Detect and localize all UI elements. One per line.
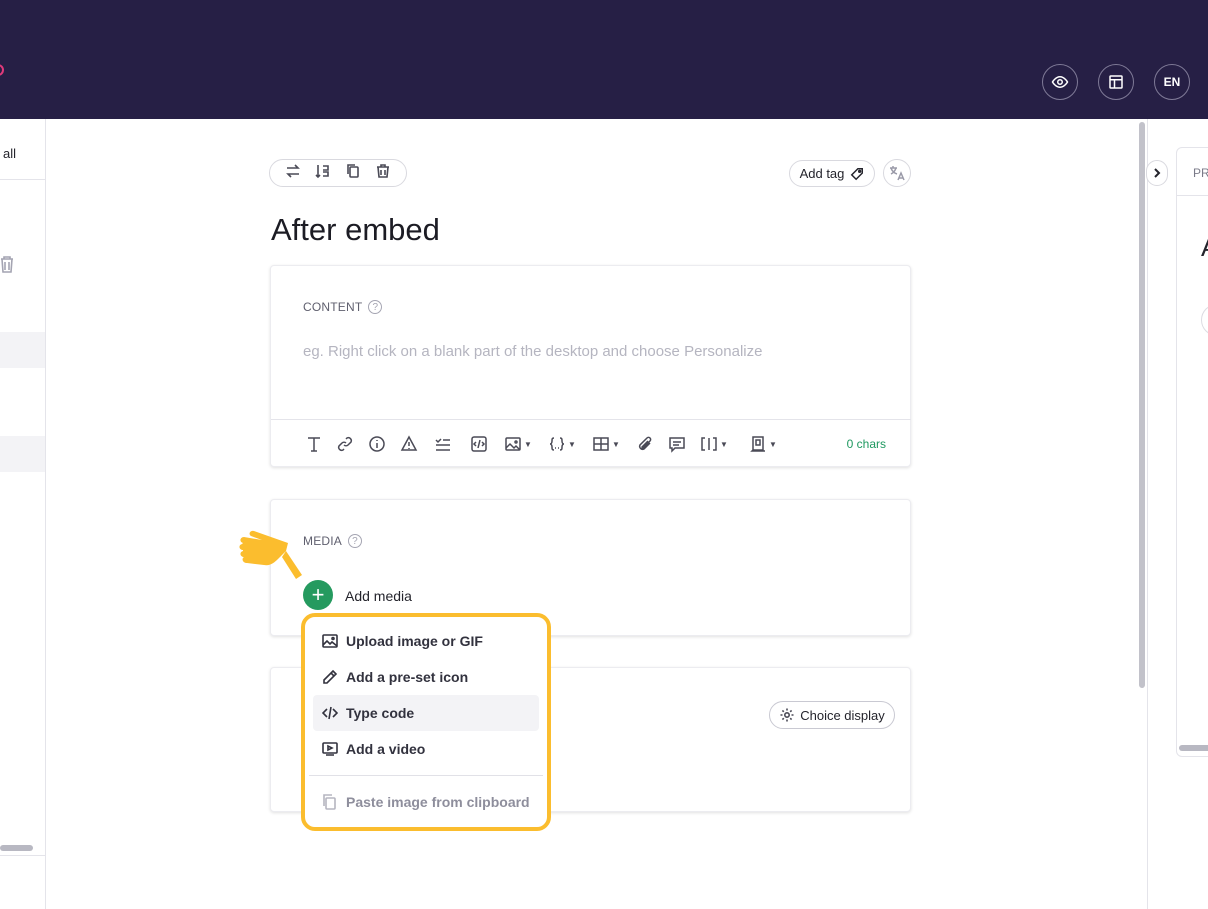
- gear-icon: [780, 708, 794, 722]
- logo-icon: [0, 64, 4, 76]
- layout-button[interactable]: [1098, 64, 1134, 100]
- list-item[interactable]: [0, 332, 45, 368]
- language-button[interactable]: EN: [1154, 64, 1190, 100]
- left-divider: [0, 179, 45, 180]
- add-media-button[interactable]: +: [303, 580, 333, 610]
- image-icon: [322, 634, 338, 648]
- content-input[interactable]: eg. Right click on a blank part of the d…: [303, 343, 762, 360]
- preview-panel: PR A: [1176, 147, 1208, 757]
- main-scrollbar[interactable]: [1139, 122, 1145, 688]
- preview-scrollbar[interactable]: [1179, 745, 1208, 751]
- menu-item-label: Upload image or GIF: [346, 633, 483, 649]
- clipboard-icon: [323, 794, 336, 810]
- snippet-icon[interactable]: ▼: [749, 434, 777, 454]
- menu-item-add-video[interactable]: Add a video: [313, 731, 539, 767]
- add-media-label[interactable]: Add media: [345, 588, 412, 604]
- menu-item-upload-image[interactable]: Upload image or GIF: [313, 623, 539, 659]
- translate-button[interactable]: [883, 159, 911, 187]
- preview-button[interactable]: [1042, 64, 1078, 100]
- help-icon[interactable]: ?: [348, 534, 363, 548]
- eye-icon: [1051, 75, 1069, 89]
- menu-item-type-code[interactable]: Type code: [313, 695, 539, 731]
- link-icon[interactable]: [336, 434, 354, 454]
- delete-icon[interactable]: [375, 163, 391, 184]
- media-menu: Upload image or GIF Add a pre-set icon T…: [301, 613, 551, 831]
- layout-icon: [1109, 75, 1123, 89]
- menu-item-paste-clipboard[interactable]: Paste image from clipboard: [313, 784, 539, 820]
- code-block-icon[interactable]: [470, 434, 488, 454]
- tag-icon: [851, 167, 864, 180]
- menu-item-preset-icon[interactable]: Add a pre-set icon: [313, 659, 539, 695]
- translate-icon: [890, 166, 905, 181]
- left-panel-text[interactable]: all: [3, 146, 16, 161]
- swap-icon[interactable]: [285, 163, 301, 184]
- menu-item-label: Paste image from clipboard: [346, 794, 530, 810]
- left-scrollbar[interactable]: [0, 845, 33, 851]
- attachment-icon[interactable]: [636, 434, 654, 454]
- menu-item-label: Type code: [346, 705, 415, 721]
- add-tag-button[interactable]: Add tag: [789, 160, 875, 187]
- content-card: CONTENT ? eg. Right click on a blank par…: [270, 265, 911, 467]
- pencil-icon: [323, 669, 338, 684]
- columns-icon[interactable]: ▼: [700, 434, 728, 454]
- left-panel: all: [0, 119, 46, 909]
- content-label-text: CONTENT: [303, 300, 363, 314]
- text-icon[interactable]: [305, 434, 323, 454]
- variable-icon[interactable]: ▼: [548, 434, 576, 454]
- step-toolbar: [269, 159, 407, 187]
- preview-title: A: [1201, 232, 1208, 263]
- chevron-right-icon: [1154, 168, 1161, 178]
- media-label: MEDIA ?: [303, 534, 363, 548]
- left-divider: [0, 855, 45, 856]
- table-icon[interactable]: ▼: [592, 434, 620, 454]
- content-label: CONTENT ?: [303, 300, 383, 314]
- reorder-icon[interactable]: [315, 163, 331, 184]
- video-icon: [322, 742, 338, 756]
- list-item[interactable]: [0, 436, 45, 472]
- collapse-preview-button[interactable]: [1146, 160, 1168, 186]
- menu-item-label: Add a pre-set icon: [346, 669, 469, 685]
- code-icon: [322, 706, 338, 720]
- choice-display-label: Choice display: [800, 707, 885, 723]
- info-icon[interactable]: [368, 434, 386, 454]
- trash-icon[interactable]: [0, 255, 14, 273]
- checklist-icon[interactable]: [434, 434, 452, 454]
- media-label-text: MEDIA: [303, 534, 343, 548]
- choice-display-button[interactable]: Choice display: [769, 701, 895, 729]
- char-count: 0 chars: [846, 437, 886, 451]
- pointing-hand-icon: [239, 530, 302, 579]
- preview-panel-header: PR: [1193, 166, 1208, 180]
- menu-item-label: Add a video: [346, 741, 426, 757]
- comment-icon[interactable]: [668, 434, 686, 454]
- duplicate-icon[interactable]: [345, 163, 361, 184]
- preview-button[interactable]: [1201, 304, 1208, 336]
- image-insert-icon[interactable]: ▼: [504, 434, 532, 454]
- warning-icon[interactable]: [400, 434, 418, 454]
- preview-divider: [1177, 195, 1208, 196]
- step-title[interactable]: After embed: [271, 212, 440, 248]
- menu-divider: [309, 775, 543, 776]
- add-tag-label: Add tag: [799, 166, 845, 181]
- help-icon[interactable]: ?: [368, 300, 383, 314]
- top-bar: EN: [0, 0, 1208, 119]
- editor-toolbar: ▼ ▼ ▼ ▼ ▼ 0 chars: [271, 419, 911, 467]
